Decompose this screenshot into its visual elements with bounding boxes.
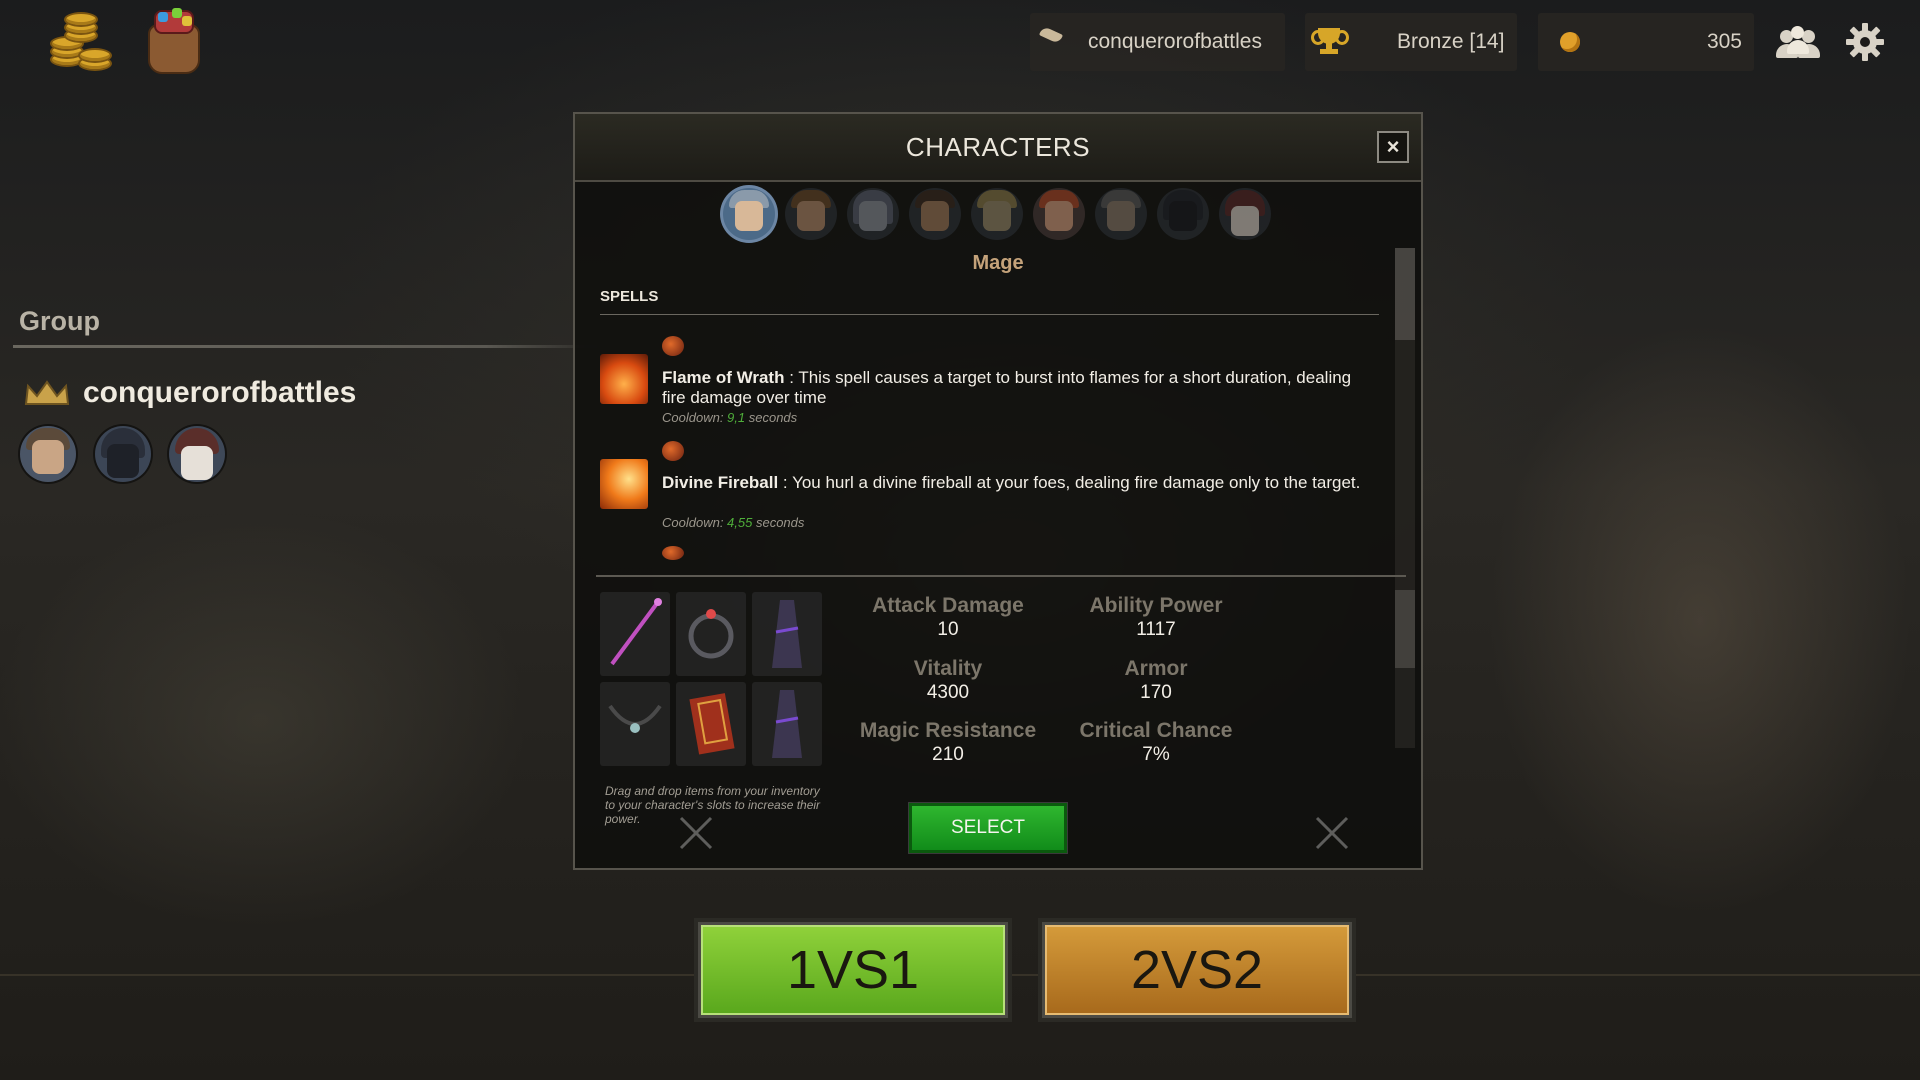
- spells-scroll-thumb[interactable]: [1395, 248, 1415, 340]
- crossed-swords-icon: [1315, 816, 1349, 850]
- spell-entry: Flame of Wrath : This spell causes a tar…: [600, 336, 1380, 436]
- stat-label: Vitality: [913, 657, 983, 680]
- staff-icon: [610, 598, 662, 666]
- character-portrait-mage[interactable]: [723, 188, 775, 240]
- equipment-slots: [600, 592, 822, 766]
- group-leader-name: conquerorofbattles: [83, 376, 357, 409]
- mode-1v1-label: 1VS1: [701, 925, 1005, 1015]
- mode-2v2-label: 2VS2: [1045, 925, 1349, 1015]
- spells-heading: SPELLS: [600, 288, 659, 305]
- stat-value: 1117: [1136, 619, 1176, 640]
- gold-shop-icon[interactable]: [48, 6, 114, 72]
- character-portrait[interactable]: [971, 188, 1023, 240]
- ring-icon: [688, 609, 734, 659]
- gold-amount: 305: [1706, 30, 1742, 53]
- inventory-bag-icon[interactable]: [144, 6, 202, 74]
- necklace-icon: [608, 704, 662, 733]
- spell-cooldown: Cooldown: 9,1 seconds: [662, 410, 797, 425]
- mode-1v1-button[interactable]: 1VS1: [694, 918, 1012, 1022]
- cooldown-value: 4,55: [727, 515, 753, 530]
- select-character-button[interactable]: SELECT: [908, 802, 1068, 854]
- top-bar: conquerorofbattles Bronze [14] 305: [0, 0, 1920, 86]
- spell-element-icon: [662, 441, 684, 461]
- stats-scroll-thumb[interactable]: [1395, 590, 1415, 668]
- stat-value: 210: [932, 744, 964, 765]
- friends-icon[interactable]: [1776, 24, 1820, 60]
- rank-label: Bronze [14]: [1397, 30, 1505, 53]
- stat-label: Ability Power: [1089, 594, 1223, 617]
- stat-value: 170: [1140, 682, 1172, 703]
- group-member-avatar[interactable]: [20, 426, 76, 482]
- character-portrait[interactable]: [1033, 188, 1085, 240]
- username-label: conquerorofbattles: [1088, 30, 1262, 53]
- dialog-header: CHARACTERS ×: [575, 114, 1421, 182]
- username-panel[interactable]: conquerorofbattles: [1030, 13, 1285, 71]
- robe-icon: [772, 600, 802, 668]
- coin-icon: [1560, 32, 1580, 52]
- cooldown-value: 9,1: [727, 410, 746, 425]
- spell-name: Divine Fireball: [662, 473, 779, 492]
- characters-dialog: CHARACTERS × Mage SPELLS Flame of Wrath …: [573, 112, 1423, 870]
- stats-divider: [596, 575, 1406, 577]
- stat-label: Attack Damage: [872, 594, 1024, 617]
- spell-description-text: : You hurl a divine fireball at your foe…: [778, 473, 1361, 492]
- fireball-spell-icon: [600, 459, 648, 509]
- stat-value: 10: [937, 619, 959, 640]
- character-portrait[interactable]: [1157, 188, 1209, 240]
- group-member-avatar[interactable]: [95, 426, 151, 482]
- robe-icon: [772, 690, 802, 758]
- character-portrait[interactable]: [785, 188, 837, 240]
- weapon-slot[interactable]: [600, 592, 670, 676]
- dialog-title: CHARACTERS: [905, 132, 1091, 162]
- cooldown-suffix: seconds: [752, 515, 805, 530]
- spell-element-icon: [662, 336, 684, 356]
- amulet-slot[interactable]: [600, 682, 670, 766]
- spell-name: Flame of Wrath: [662, 368, 785, 387]
- group-member-avatar[interactable]: [169, 426, 225, 482]
- robe-slot[interactable]: [752, 682, 822, 766]
- tome-slot[interactable]: [676, 682, 746, 766]
- ring-slot[interactable]: [676, 592, 746, 676]
- robe-slot[interactable]: [752, 592, 822, 676]
- stat-label: Critical Chance: [1079, 719, 1233, 742]
- cooldown-prefix: Cooldown:: [662, 515, 728, 530]
- crown-icon: [24, 380, 70, 405]
- close-button[interactable]: ×: [1377, 131, 1409, 163]
- spells-divider: [600, 314, 1379, 315]
- stat-value: 4300: [926, 682, 970, 703]
- mode-2v2-button[interactable]: 2VS2: [1038, 918, 1356, 1022]
- spell-element-icon: [662, 546, 684, 560]
- cooldown-prefix: Cooldown:: [662, 410, 728, 425]
- character-portrait[interactable]: [1095, 188, 1147, 240]
- character-portrait[interactable]: [847, 188, 899, 240]
- spell-entry: Divine Fireball : You hurl a divine fire…: [600, 441, 1380, 541]
- equipment-hint: Drag and drop items from your inventory …: [605, 784, 821, 826]
- spellbook-icon: [689, 693, 735, 755]
- stat-label: Armor: [1124, 657, 1188, 680]
- group-title: Group: [19, 306, 100, 336]
- settings-gear-icon[interactable]: [1845, 22, 1885, 62]
- selected-class-name: Mage: [972, 252, 1024, 274]
- flame-spell-icon: [600, 354, 648, 404]
- spell-description: Divine Fireball : You hurl a divine fire…: [662, 473, 1362, 493]
- trophy-icon: [1311, 28, 1349, 58]
- spell-cooldown: Cooldown: 4,55 seconds: [662, 515, 804, 530]
- stat-label: Magic Resistance: [859, 719, 1037, 742]
- character-portrait[interactable]: [909, 188, 961, 240]
- group-divider: [13, 345, 603, 348]
- cooldown-suffix: seconds: [745, 410, 798, 425]
- character-portrait[interactable]: [1219, 188, 1271, 240]
- stat-value: 7%: [1142, 744, 1170, 765]
- crossed-swords-icon: [679, 816, 713, 850]
- spell-description: Flame of Wrath : This spell causes a tar…: [662, 368, 1362, 408]
